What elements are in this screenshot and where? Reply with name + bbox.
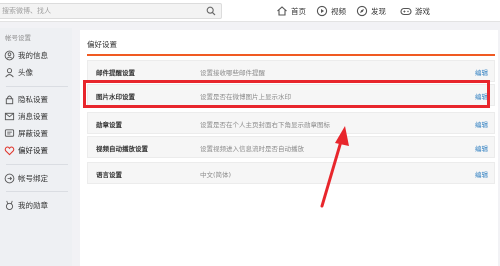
home-icon — [277, 6, 287, 16]
sidebar-item-label: 头像 — [18, 68, 33, 77]
sidebar-item-label: 屏蔽设置 — [18, 129, 48, 138]
medal-icon — [5, 200, 13, 210]
title-underline — [87, 54, 495, 56]
row-name: 视频自动播放设置 — [96, 145, 148, 153]
row-desc: 设置接收哪些邮件提醒 — [200, 69, 265, 77]
settings-row-email: 邮件提醒设置 设置接收哪些邮件提醒 编辑 — [87, 60, 495, 82]
preferences-panel: 偏好设置 邮件提醒设置 设置接收哪些邮件提醒 编辑 图片水印设置 设置是否在微博… — [80, 30, 498, 266]
edit-link[interactable]: 编辑 — [475, 169, 488, 179]
sidebar-item-avatar[interactable]: 头像 — [0, 65, 72, 80]
sidebar-item-label: 我的信息 — [18, 51, 48, 60]
sidebar-section-title: 帐号设置 — [5, 34, 31, 42]
nav-home-label: 首页 — [291, 6, 306, 16]
nav-game-label: 游戏 — [415, 6, 430, 16]
settings-sidebar: 帐号设置 我的信息 头像 隐私设置 消息设置 屏蔽设置 偏好设置 帐号绑定 我的… — [0, 28, 72, 266]
settings-row-video-autoplay: 视频自动播放设置 设置视频进入信息流时是否自动播放 编辑 — [87, 136, 495, 158]
sidebar-divider — [6, 191, 68, 192]
sidebar-item-message[interactable]: 消息设置 — [0, 109, 72, 124]
message-icon — [4, 112, 14, 121]
page-title: 偏好设置 — [87, 40, 117, 49]
nav-discover[interactable]: 发现 — [356, 4, 386, 18]
row-name: 语言设置 — [96, 171, 122, 179]
game-icon — [400, 7, 412, 16]
row-desc: 设置是否在个人主页封面右下角显示勋章图标 — [200, 121, 330, 129]
sidebar-item-label: 我的勋章 — [18, 201, 48, 210]
row-desc: 中文(简体) — [200, 171, 232, 179]
sidebar-item-my-info[interactable]: 我的信息 — [0, 48, 72, 63]
nav-game[interactable]: 游戏 — [400, 4, 430, 18]
bind-icon — [4, 173, 14, 184]
edit-link[interactable]: 编辑 — [475, 67, 488, 77]
nav-video-label: 视频 — [331, 6, 346, 16]
search-box[interactable] — [0, 3, 222, 19]
sidebar-item-label: 帐号绑定 — [18, 174, 48, 183]
sidebar-item-account-bind[interactable]: 帐号绑定 — [0, 171, 72, 186]
settings-row-language: 语言设置 中文(简体) 编辑 — [87, 162, 495, 184]
row-name: 邮件提醒设置 — [96, 69, 135, 77]
edit-link[interactable]: 编辑 — [475, 119, 488, 129]
avatar-icon — [4, 68, 14, 78]
top-bar: 首页 视频 发现 游戏 — [0, 0, 500, 22]
edit-link[interactable]: 编辑 — [475, 143, 488, 153]
nav-home[interactable]: 首页 — [276, 4, 306, 18]
block-icon — [4, 129, 14, 137]
sidebar-divider — [6, 86, 68, 87]
sidebar-divider — [6, 164, 68, 165]
discover-icon — [356, 5, 368, 17]
sidebar-item-label: 隐私设置 — [18, 95, 48, 104]
sidebar-item-label: 消息设置 — [18, 112, 48, 121]
video-icon — [316, 5, 328, 17]
nav-discover-label: 发现 — [371, 6, 386, 16]
heart-icon — [4, 146, 14, 156]
highlight-box — [83, 80, 490, 108]
sidebar-item-privacy[interactable]: 隐私设置 — [0, 92, 72, 107]
sidebar-item-block[interactable]: 屏蔽设置 — [0, 126, 72, 141]
settings-row-medal: 勋章设置 设置是否在个人主页封面右下角显示勋章图标 编辑 — [87, 112, 495, 134]
sidebar-item-medal[interactable]: 我的勋章 — [0, 198, 72, 213]
lock-icon — [5, 95, 13, 105]
sidebar-item-label: 偏好设置 — [18, 146, 48, 155]
sidebar-item-preferences[interactable]: 偏好设置 — [0, 143, 72, 158]
search-input[interactable] — [2, 5, 198, 17]
row-desc: 设置视频进入信息流时是否自动播放 — [200, 145, 304, 153]
nav-video[interactable]: 视频 — [316, 4, 346, 18]
search-icon[interactable] — [206, 6, 216, 16]
row-name: 勋章设置 — [96, 121, 122, 129]
user-info-icon — [4, 50, 14, 61]
